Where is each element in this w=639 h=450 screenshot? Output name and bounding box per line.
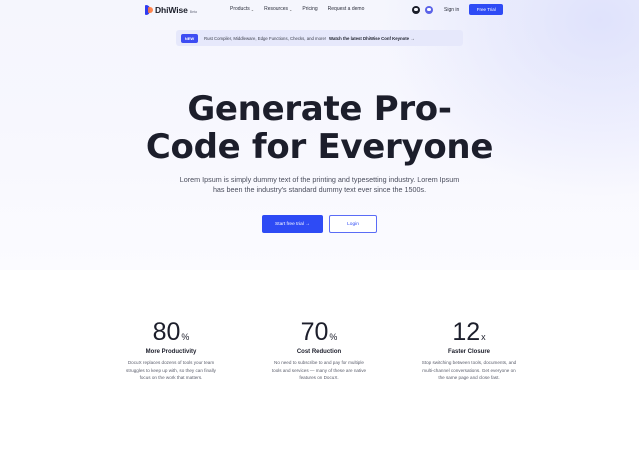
stat-number: 80 % [106, 318, 236, 346]
stat-title: Cost Reduction [296, 349, 342, 355]
hero-subtext: Lorem Ipsum is simply dummy text of the … [150, 175, 489, 195]
stat-desc-line: struggles to keep up with, so they can f… [126, 367, 216, 373]
stat-unit: x [481, 332, 486, 342]
nav-item-pricing[interactable]: Pricing [302, 6, 317, 12]
stat-value: 12 [452, 318, 481, 346]
top-navbar: DhiWise Beta Products ⌄ Resources ⌄ Pricin… [0, 0, 639, 20]
subtext-line-2: has been the industry's standard dummy t… [212, 185, 427, 194]
announcement-link[interactable]: Watch the latest DhiWise Conf Keynote → [329, 36, 415, 41]
signin-link[interactable]: Sign in [444, 7, 459, 13]
nav-item-resources[interactable]: Resources ⌄ [264, 6, 292, 12]
stat-desc-line: the same page and close fast. [438, 375, 500, 380]
stat-value: 80 [152, 318, 181, 346]
announcement-text: Rust Compiler, Middleware, Edge Function… [204, 35, 327, 41]
nav-menu: Products ⌄ Resources ⌄ Pricing Request a d… [230, 6, 364, 12]
stat-desc-line: No need to subscribe to and pay for mult… [274, 360, 364, 365]
discord-icon[interactable] [425, 5, 433, 14]
stat-value: 70 [300, 318, 329, 346]
nav-item-products-label: Products [230, 6, 250, 12]
subtext-line-1: Lorem Ipsum is simply dummy text of the … [179, 175, 460, 184]
nav-item-products[interactable]: Products ⌄ [230, 6, 254, 12]
logo[interactable]: DhiWise Beta [145, 4, 197, 16]
stat-desc-line: features on DocuX. [299, 375, 339, 380]
stat-cost-reduction: 70 % Cost Reduction No need to subscribe… [254, 318, 384, 382]
stat-faster-closure: 12 x Faster Closure Stop switching betwe… [404, 318, 534, 382]
stat-desc-line: tools and services — many of these are n… [271, 367, 367, 373]
stat-number: 12 x [404, 318, 534, 346]
logo-beta-tag: Beta [189, 10, 197, 14]
stat-description: DocuX replaces dozens of tools your team… [106, 359, 236, 382]
stat-unit: % [329, 332, 338, 342]
logo-text: DhiWise [155, 5, 188, 15]
hero-cta-row: Start free trial → Login [262, 215, 377, 233]
start-free-trial-button[interactable]: Start free trial → [262, 215, 323, 233]
hero-headline: Generate Pro- Code for Everyone [0, 90, 639, 166]
chevron-down-icon: ⌄ [289, 6, 293, 12]
stat-productivity: 80 % More Productivity DocuX replaces do… [106, 318, 236, 382]
chevron-down-icon: ⌄ [250, 6, 255, 12]
free-trial-button[interactable]: Free Trial [469, 4, 504, 15]
github-icon[interactable] [412, 5, 420, 14]
headline-line-1: Generate Pro- [187, 89, 452, 129]
new-badge: NEW [181, 33, 198, 43]
login-button[interactable]: Login [329, 215, 377, 233]
announcement-banner[interactable]: NEW Rust Compiler, Middleware, Edge Func… [176, 30, 463, 46]
stat-description: No need to subscribe to and pay for mult… [254, 359, 384, 382]
nav-item-request-demo[interactable]: Request a demo [328, 6, 365, 12]
stat-desc-line: multi-channel conversations. Get everyon… [422, 367, 516, 373]
headline-line-2: Code for Everyone [145, 127, 494, 167]
stat-description: Stop switching between tools, documents,… [404, 359, 534, 382]
nav-item-resources-label: Resources [264, 6, 288, 12]
stat-desc-line: focus on the work that matters. [139, 375, 203, 380]
stat-desc-line: Stop switching between tools, documents,… [421, 360, 517, 365]
stat-title: Faster Closure [447, 349, 490, 355]
logo-mark-icon [145, 5, 153, 15]
stat-title: More Productivity [145, 349, 197, 355]
stat-unit: % [181, 332, 190, 342]
nav-actions: Sign in Free Trial [412, 4, 504, 15]
stat-number: 70 % [254, 318, 384, 346]
stat-desc-line: DocuX replaces dozens of tools your team [127, 360, 215, 365]
